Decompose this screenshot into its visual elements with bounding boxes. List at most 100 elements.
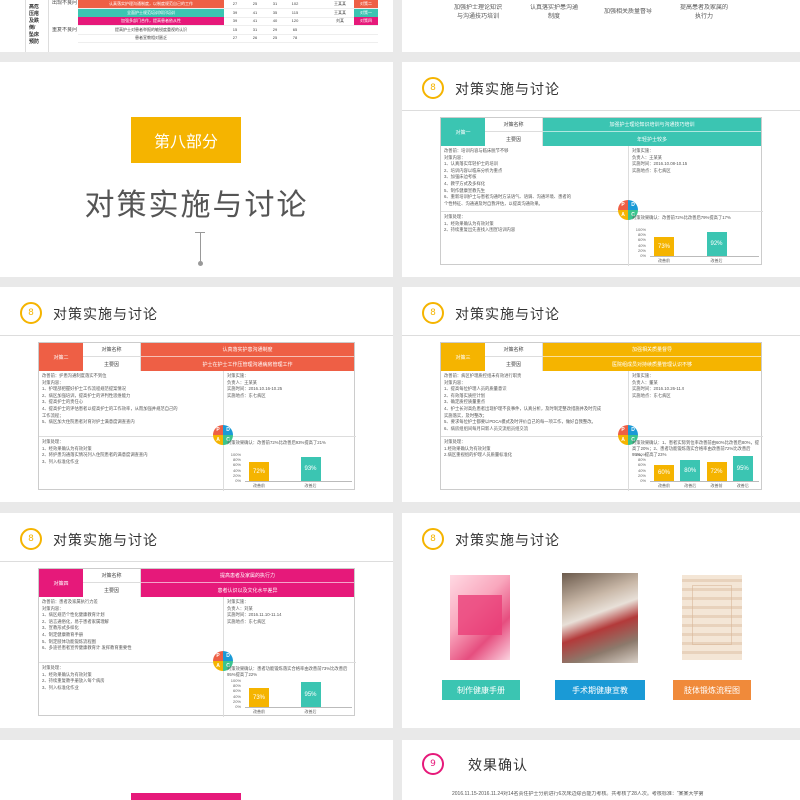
slide-number: 9	[422, 753, 444, 775]
chart-category-label: 改善后	[684, 483, 697, 488]
plan-line: 1、病区规范个性化健康教育计划	[42, 612, 105, 618]
chart-category-label: 改善前	[658, 483, 670, 488]
plan-line: 3、确定质控质量重点	[444, 399, 486, 405]
chart-category-label: 改善后	[304, 483, 317, 488]
root-cause-label: 主要因	[83, 583, 141, 597]
table-cell: 78	[292, 35, 298, 40]
countermeasure-id: 对策四	[39, 569, 83, 597]
slide-countermeasure-2[interactable]: 8 对策实施与讨论 对策二 对策名称 主要因 认真落实护患沟通制度 护士在护士工作压管理沟通…	[0, 287, 393, 502]
owner-line: 对策实施：	[227, 599, 249, 604]
root-cause-label: 主要因	[485, 132, 543, 146]
slide-effect-confirmation[interactable]: 9 效果确认 2016.11.15-2016.11.24对14名责任护士分别进行…	[402, 740, 800, 800]
plan-line: 3、加强床边考核	[444, 174, 477, 180]
chart-bar: 92%	[706, 232, 727, 256]
pdca-segment: A	[213, 435, 223, 445]
exercise-chart-photo	[682, 575, 742, 660]
chart-bar: 60%	[654, 465, 674, 481]
section-title: 对策实施与讨论	[84, 188, 309, 223]
plan-name-label: 对策名称	[485, 118, 543, 132]
owner-line: 负责人：董某	[632, 379, 658, 385]
check-line: 对策处理：	[444, 214, 466, 219]
chart-bar: 95%	[732, 456, 753, 481]
plan-name-value: 提高患者及家属的执行力	[141, 569, 354, 583]
pdca-segment: A	[618, 210, 628, 220]
table-cell: 31	[272, 1, 278, 6]
plan-line: 6、病房组组间每月日新人员交流组员组交流	[444, 425, 529, 431]
exercise-chart-label: 肢体锻炼流程图	[673, 680, 751, 700]
countermeasure-id: 对策二	[39, 343, 83, 371]
table-cell: 65	[292, 26, 298, 32]
chart-category-label: 改善前	[658, 258, 670, 263]
chart-bar: 95%	[300, 682, 321, 707]
summary-item-3: 加强相关质量督导	[604, 9, 653, 15]
plan-line: 对策内容：	[42, 379, 64, 385]
chart-category-label: 改善后	[736, 483, 749, 488]
check-line: 2、持续重复教手册放入每个病房	[42, 678, 105, 684]
owner-line: 实施时间：2016.10.16-10.25	[227, 386, 283, 392]
pdca-segment: A	[618, 435, 628, 445]
next-section-label-box	[131, 793, 241, 800]
slide-countermeasure-1[interactable]: 8 对策实施与讨论 对策一 对策名称 主要因 加强护士理论知识培训与沟通技巧培训 年轻护士较…	[402, 62, 800, 277]
preoperative-education-label: 手术期健康宣教	[555, 680, 645, 700]
slide-section-cover[interactable]: 第八部分 对策实施与讨论	[0, 62, 393, 277]
effect-confirm-text: 对策效果确认：改善前72%比改善后93%提高了21%	[227, 440, 326, 445]
slide-root-cause-table[interactable]: 高危 压疮 及跌 倒/ 坠床 预防 出现不良问 重复不良问 认真落实护理沟通制度…	[0, 0, 393, 52]
root-cause-label: 主要因	[485, 357, 543, 371]
slide-number: 8	[20, 528, 42, 550]
plan-name-label: 对策名称	[83, 343, 141, 357]
slide-countermeasure-3[interactable]: 8 对策实施与讨论 对策三 对策名称 主要因 加强相关质量督导 医院组成员对持续质量管理认识…	[402, 287, 800, 502]
chart-bar: 73%	[249, 688, 269, 707]
table-cell: 39	[232, 9, 238, 15]
table-cell: 40	[272, 18, 278, 23]
slide-title: 对策实施与讨论	[53, 533, 158, 549]
table-row-text: 加强多部门合作，提高患者依从性	[78, 17, 224, 25]
plan-line: 6、多途径患者宣传健康教育计 发挥教育重要性	[42, 645, 132, 651]
root-cause-value: 护士在护士工作压管理沟通病房管理工作	[141, 357, 354, 371]
plan-line: 个性特征、沟通通及时自我评估，以提高沟通效果。	[444, 200, 543, 206]
owner-line: 对策实施：	[632, 373, 654, 378]
chart-category-label: 改善前	[710, 483, 723, 488]
check-line: 1.经效果确认为有效对策	[444, 445, 491, 451]
slide-photos[interactable]: 8 对策实施与讨论 制作健康手册 手术期健康宣教 肢体锻炼流程图	[402, 513, 800, 728]
plan-name-label: 对策名称	[83, 569, 141, 583]
owner-line: 实施时间：2016.10.08-10.15	[632, 161, 688, 167]
check-line: 对策处理：	[444, 439, 466, 444]
slide-countermeasure-4[interactable]: 8 对策实施与讨论对策四 对策名称 主要因 提高患者及家属的执行力 患者认识以及文化水平差…	[0, 513, 393, 728]
effect-confirm-text: 对策效果确认：改善前72%比改善后79%提高了17%	[632, 215, 731, 220]
check-line: 对策处理：	[42, 665, 64, 670]
plan-line: 改善前：病区护理质控组未有效进行职责	[444, 373, 522, 378]
table-cell: 120	[291, 18, 299, 23]
plan-line: 对策内容：	[42, 605, 64, 611]
table-tag: 对策一	[354, 8, 378, 17]
pdca-segment: D	[628, 425, 638, 435]
table-owner: 刘某	[336, 18, 344, 23]
table-cell: 31	[252, 26, 258, 32]
pdca-segment: P	[213, 651, 223, 661]
axis-tick-label: 0%	[235, 704, 241, 709]
table-cell: 26	[252, 35, 258, 40]
plan-line: 5、要求每位护士都要以PDCA模式及时评价自己的每一项工作，做好自我整改。	[444, 419, 596, 425]
summary-item-4: 提高患者及家属的 执行力	[680, 5, 729, 20]
plan-line: 3、宣教形式多样化	[42, 625, 79, 631]
divider-line	[200, 232, 201, 262]
plan-line: 5、病区加大住院患者对育对护士满意度调查查内	[42, 419, 135, 425]
table-cell: 25	[252, 1, 258, 6]
plan-line: 4、教学方式及多样化	[444, 181, 486, 186]
plan-line: 2、培训内容以临床分析为重点	[444, 167, 503, 173]
root-cause-label: 主要因	[83, 357, 141, 371]
root-cause-value: 患者认识以及文化水平差异	[141, 583, 354, 597]
chart-bar: 93%	[300, 456, 321, 481]
table-cell: 29	[272, 26, 278, 32]
slide-next-section-partial[interactable]	[0, 740, 393, 800]
slide-title: 对策实施与讨论	[455, 82, 560, 98]
table-cell: 27	[232, 35, 238, 40]
check-line: 对策处理：	[42, 439, 64, 444]
plan-line: 6、重新培训护士与患者沟通时方法语气、语调、沟通环境、患者的	[444, 194, 571, 200]
table-cell: 25	[272, 35, 278, 40]
slide-number: 8	[20, 302, 42, 324]
effect-confirm-text: 对策效果确认：1、患者实际到位率改善前由60%比改善后80%，提高了20%；2、…	[632, 440, 759, 457]
preoperative-education-photo	[562, 573, 638, 663]
plan-line: 改善前：培训内容与临床脱节不够	[444, 148, 509, 153]
slide-countermeasure-summary[interactable]: 加强护士理论知识 与沟通技巧培训 认真落实护患沟通 制度 加强相关质量督导 提高…	[402, 0, 800, 52]
check-line: 1、经效果确认为有效对策	[42, 445, 92, 451]
